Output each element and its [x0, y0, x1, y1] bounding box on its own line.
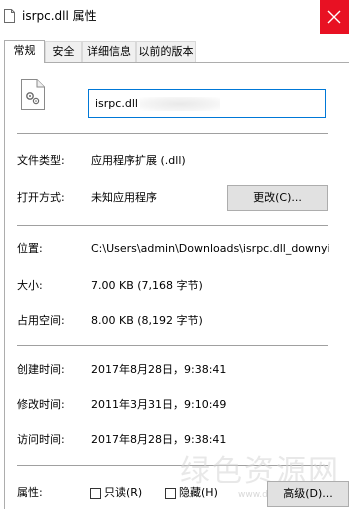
- close-button[interactable]: [320, 0, 349, 34]
- location-label: 位置:: [17, 242, 43, 255]
- tab-security[interactable]: 安全: [45, 41, 82, 62]
- size-on-disk-value: 8.00 KB (8,192 字节): [91, 314, 203, 327]
- change-button[interactable]: 更改(C)...: [227, 185, 328, 211]
- tab-general[interactable]: 常规: [4, 40, 45, 63]
- accessed-value: 2017年8月28日，9:38:41: [91, 433, 227, 446]
- divider: [17, 345, 328, 346]
- advanced-button[interactable]: 高级(D)...: [267, 481, 349, 507]
- size-value: 7.00 KB (7,168 字节): [91, 279, 203, 292]
- file-type-label: 文件类型:: [17, 154, 65, 167]
- created-label: 创建时间:: [17, 363, 65, 376]
- window-title: isrpc.dll 属性: [22, 9, 97, 23]
- tab-previous-versions[interactable]: 以前的版本: [136, 41, 196, 62]
- divider: [17, 133, 328, 134]
- size-label: 大小:: [17, 279, 43, 292]
- readonly-checkbox[interactable]: [90, 488, 101, 499]
- size-on-disk-label: 占用空间:: [17, 314, 65, 327]
- dll-file-icon: [21, 79, 45, 110]
- blurred-region: [140, 97, 220, 111]
- title-bar[interactable]: isrpc.dll 属性: [0, 0, 349, 34]
- modified-value: 2011年3月31日，9:10:49: [91, 398, 227, 411]
- tab-details[interactable]: 详细信息: [82, 41, 136, 62]
- created-value: 2017年8月28日，9:38:41: [91, 363, 227, 376]
- accessed-label: 访问时间:: [17, 433, 65, 446]
- file-icon: [4, 9, 15, 23]
- readonly-label[interactable]: 只读(R): [104, 486, 142, 500]
- file-type-value: 应用程序扩展 (.dll): [91, 154, 186, 167]
- properties-window: isrpc.dll 属性 常规 安全 详细信息 以前的版本 isrpc.dll …: [0, 0, 349, 509]
- tab-strip: 常规 安全 详细信息 以前的版本: [0, 40, 349, 63]
- open-with-value: 未知应用程序: [91, 191, 157, 204]
- modified-label: 修改时间:: [17, 398, 65, 411]
- location-value: C:\Users\admin\Downloads\isrpc.dll_downy…: [91, 242, 329, 255]
- hidden-checkbox[interactable]: [165, 488, 176, 499]
- attributes-label: 属性:: [17, 486, 43, 499]
- close-icon: [327, 10, 341, 24]
- open-with-label: 打开方式:: [17, 191, 65, 204]
- divider: [17, 225, 328, 226]
